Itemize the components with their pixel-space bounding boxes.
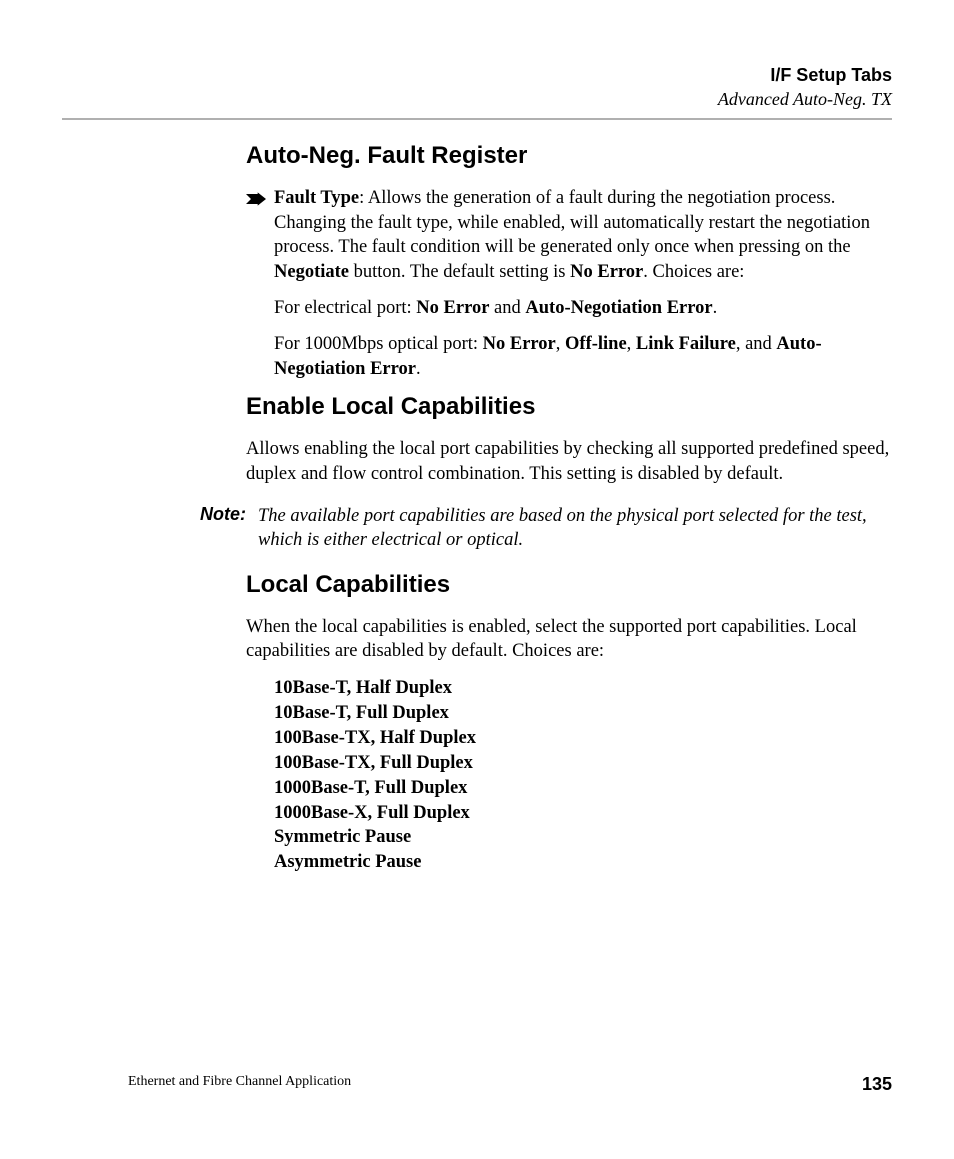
electrical-choices: For electrical port: No Error and Auto-N… xyxy=(274,296,892,320)
capability-item: 1000Base-T, Full Duplex xyxy=(274,776,892,801)
opt-sep1: , xyxy=(556,334,565,354)
opt-suffix: . xyxy=(416,359,421,379)
note-label: Note: xyxy=(180,504,258,525)
section-local-caps: Local Capabilities When the local capabi… xyxy=(246,571,892,876)
elec-choice-2: Auto-Negotiation Error xyxy=(525,298,712,318)
capability-item: 10Base-T, Full Duplex xyxy=(274,701,892,726)
optical-choices: For 1000Mbps optical port: No Error, Off… xyxy=(274,332,892,381)
heading-local-caps: Local Capabilities xyxy=(246,571,892,599)
fault-type-text: Fault Type: Allows the generation of a f… xyxy=(274,186,892,284)
note-body: The available port capabilities are base… xyxy=(258,504,892,553)
capability-item: Symmetric Pause xyxy=(274,825,892,850)
fault-type-label: Fault Type xyxy=(274,188,359,208)
opt-sep2: , xyxy=(627,334,636,354)
capability-item: 100Base-TX, Full Duplex xyxy=(274,751,892,776)
section-fault-register: Auto-Neg. Fault Register Fault Type: All… xyxy=(246,142,892,381)
header-subtitle: Advanced Auto-Neg. TX xyxy=(62,89,892,110)
note-block: Note: The available port capabilities ar… xyxy=(180,504,892,553)
elec-choice-1: No Error xyxy=(416,298,489,318)
capability-item: 100Base-TX, Half Duplex xyxy=(274,726,892,751)
capability-item: 1000Base-X, Full Duplex xyxy=(274,801,892,826)
section-enable-local: Enable Local Capabilities Allows enablin… xyxy=(246,393,892,486)
page-header: I/F Setup Tabs Advanced Auto-Neg. TX xyxy=(62,64,892,110)
fault-type-seg2: button. The default setting is xyxy=(349,262,570,282)
bullet-fault-type: Fault Type: Allows the generation of a f… xyxy=(246,186,892,284)
no-error-label: No Error xyxy=(570,262,643,282)
heading-fault-register: Auto-Neg. Fault Register xyxy=(246,142,892,170)
page-footer: Ethernet and Fibre Channel Application 1… xyxy=(128,1074,892,1095)
footer-left: Ethernet and Fibre Channel Application xyxy=(128,1074,351,1095)
local-caps-intro: When the local capabilities is enabled, … xyxy=(246,615,892,664)
elec-and: and xyxy=(489,298,525,318)
fault-type-seg1: : Allows the generation of a fault durin… xyxy=(274,188,870,257)
elec-prefix: For electrical port: xyxy=(274,298,416,318)
negotiate-label: Negotiate xyxy=(274,262,349,282)
opt-choice-3: Link Failure xyxy=(636,334,736,354)
enable-local-body: Allows enabling the local port capabilit… xyxy=(246,437,892,486)
capability-item: Asymmetric Pause xyxy=(274,850,892,875)
capability-item: 10Base-T, Half Duplex xyxy=(274,676,892,701)
opt-choice-2: Off-line xyxy=(565,334,627,354)
opt-sep3: , and xyxy=(736,334,777,354)
header-divider xyxy=(62,118,892,120)
page: I/F Setup Tabs Advanced Auto-Neg. TX Aut… xyxy=(0,0,954,1159)
capabilities-list: 10Base-T, Half Duplex 10Base-T, Full Dup… xyxy=(274,676,892,876)
heading-enable-local: Enable Local Capabilities xyxy=(246,393,892,421)
opt-prefix: For 1000Mbps optical port: xyxy=(274,334,483,354)
fault-type-seg3: . Choices are: xyxy=(643,262,744,282)
arrow-icon xyxy=(246,186,274,212)
elec-suffix: . xyxy=(713,298,718,318)
page-number: 135 xyxy=(862,1074,892,1095)
opt-choice-1: No Error xyxy=(483,334,556,354)
header-title: I/F Setup Tabs xyxy=(62,64,892,87)
